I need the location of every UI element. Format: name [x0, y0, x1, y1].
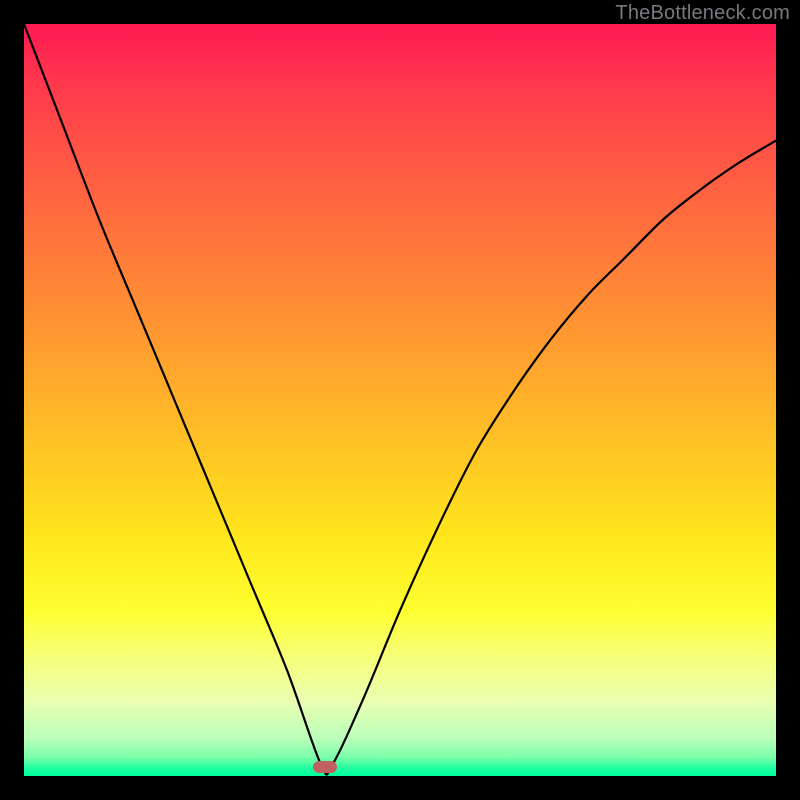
chart-frame: TheBottleneck.com	[0, 0, 800, 800]
watermark-text: TheBottleneck.com	[615, 2, 790, 25]
plot-area	[24, 24, 776, 776]
optimal-point-marker	[313, 761, 337, 773]
bottleneck-curve	[24, 24, 776, 776]
